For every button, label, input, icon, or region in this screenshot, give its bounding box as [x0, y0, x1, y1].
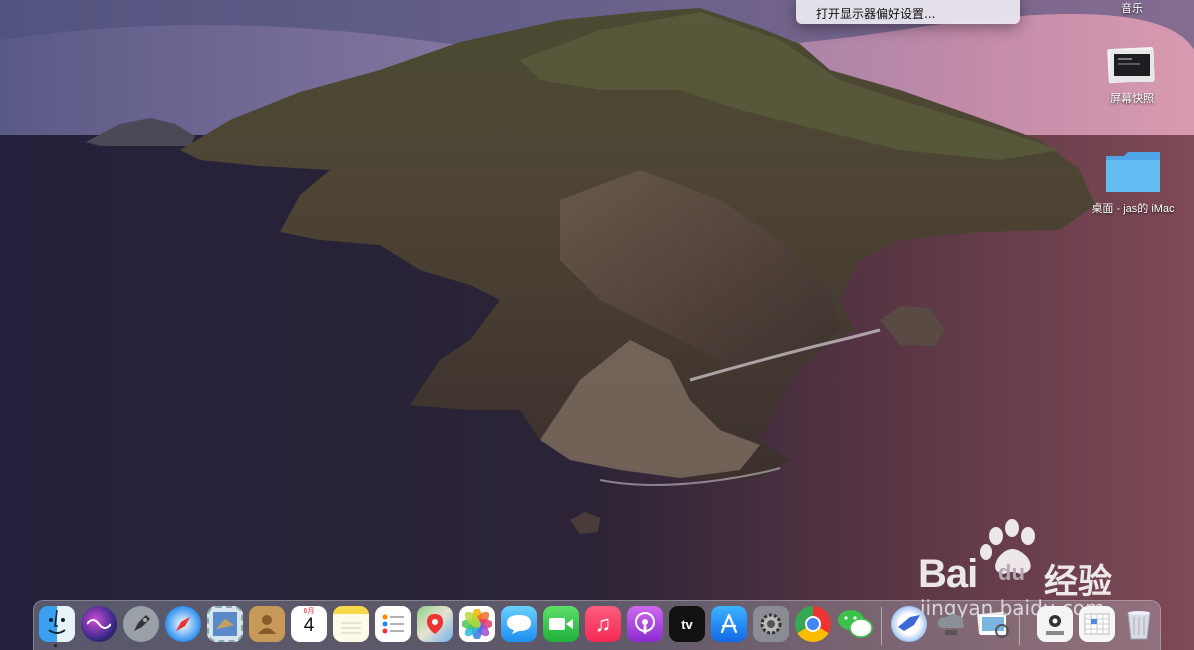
dock: 6月 4 ♫ tv: [33, 600, 1161, 650]
photos-icon: [462, 609, 492, 639]
reminders-list-icon: [382, 614, 404, 634]
music-note-icon: ♫: [594, 611, 612, 636]
dock-siri[interactable]: [81, 606, 117, 642]
dock-maps[interactable]: [417, 606, 453, 642]
dock-notes[interactable]: [333, 606, 369, 642]
desktop-item-label: 桌面 - jas的 iMac: [1091, 203, 1175, 215]
video-camera-icon: [549, 618, 573, 630]
notes-icon: [341, 622, 361, 634]
dock-mail[interactable]: [207, 606, 243, 642]
dock-feishu[interactable]: [891, 606, 927, 642]
screenshot-thumbnail-icon: [1107, 46, 1155, 84]
trash-icon: [1127, 611, 1151, 640]
gear-icon: [760, 613, 782, 635]
dock-system-preferences[interactable]: [753, 606, 789, 642]
podcast-icon: [635, 612, 655, 634]
wechat-icon: [838, 610, 873, 638]
stamp-bird-icon: [213, 612, 237, 636]
dock-appletv[interactable]: tv: [669, 606, 705, 642]
dock-separator: [881, 607, 882, 645]
dock-preview[interactable]: [975, 606, 1011, 642]
dock-facetime[interactable]: [543, 606, 579, 642]
desktop-item-label: 音乐: [1121, 3, 1143, 15]
siri-icon: [87, 619, 111, 629]
watermark-brand-paw: du: [998, 560, 1025, 585]
preview-photos-icon: [977, 611, 1009, 638]
dock-contacts[interactable]: [249, 606, 285, 642]
dock-photos[interactable]: [459, 606, 495, 642]
dock-podcasts[interactable]: [627, 606, 663, 642]
desktop-item-label: 屏幕快照: [1110, 93, 1154, 105]
dock-trash[interactable]: [1121, 606, 1157, 642]
speech-bubble-icon: [507, 615, 531, 634]
dock-music[interactable]: ♫: [585, 606, 621, 642]
compass-icon: [175, 616, 191, 632]
dock-safari[interactable]: [165, 606, 201, 642]
cloud-drive-icon: [937, 614, 964, 635]
app-store-icon: [720, 613, 738, 634]
dock-reminders[interactable]: [375, 606, 411, 642]
dock-separator: [1019, 607, 1020, 645]
chrome-icon: [805, 616, 821, 632]
finder-icon: [48, 609, 66, 634]
menu-item-open-display-prefs[interactable]: 打开显示器偏好设置...: [816, 5, 935, 22]
grid-document-icon: [1084, 613, 1110, 635]
desktop-item-music[interactable]: 音乐: [1082, 0, 1182, 16]
appletv-label: tv: [681, 616, 693, 632]
dock-finder[interactable]: [39, 606, 75, 642]
calendar-day: 4: [303, 615, 315, 636]
map-pin-icon: [427, 614, 443, 634]
dock-messages[interactable]: [501, 606, 537, 642]
dock-chrome[interactable]: [795, 606, 831, 642]
watermark-brand: Bai: [918, 552, 978, 596]
desktop-item-screenshot[interactable]: 屏幕快照: [1082, 44, 1182, 106]
dock-config[interactable]: [1037, 606, 1073, 642]
dock-calendar[interactable]: 6月 4: [291, 606, 327, 642]
desktop-item-desktop-folder[interactable]: 桌面 - jas的 iMac: [1083, 148, 1183, 216]
contacts-icon: [258, 615, 276, 634]
rocket-icon: [134, 615, 150, 631]
running-indicator: [54, 644, 57, 647]
bird-icon: [898, 615, 920, 631]
folder-icon: [1106, 152, 1160, 192]
dock-launchpad[interactable]: [123, 606, 159, 642]
config-file-icon: [1046, 615, 1064, 635]
dock-app-store[interactable]: [711, 606, 747, 642]
desktop-context-menu: 打开显示器偏好设置...: [796, 0, 1020, 24]
dock-network-drive[interactable]: [933, 606, 969, 642]
dock-wechat[interactable]: [837, 606, 873, 642]
dock-grid-app[interactable]: [1079, 606, 1115, 642]
